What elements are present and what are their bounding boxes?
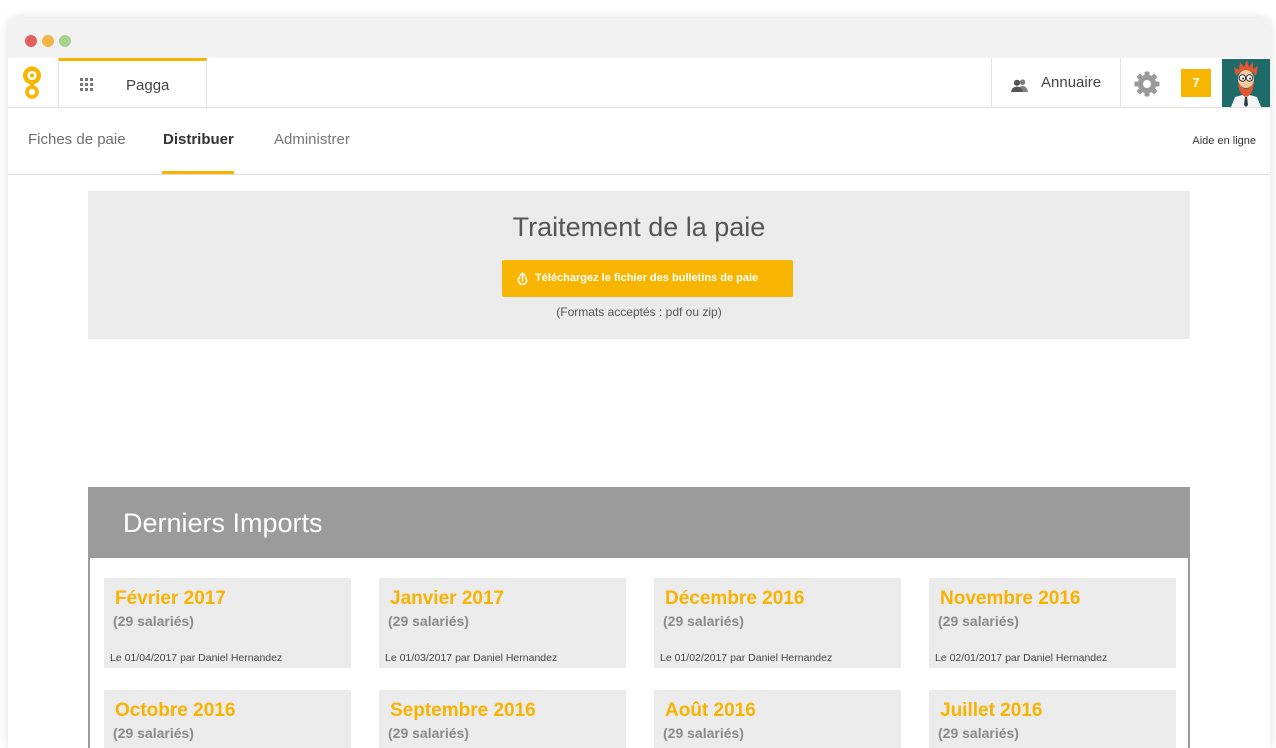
import-period: Août 2016 [665, 700, 756, 721]
tab-fiches-de-paie[interactable]: Fiches de paie [28, 108, 126, 174]
import-meta: Le 01/02/2017 par Daniel Hernandez [660, 652, 833, 664]
import-period: Février 2017 [115, 588, 226, 609]
upload-panel: Traitement de la paie Téléchargez le fic… [88, 191, 1190, 339]
accepted-formats-note: (Formats acceptés : pdf ou zip) [556, 305, 722, 319]
tab-distribuer[interactable]: Distribuer [162, 108, 234, 174]
import-meta: Le 01/04/2017 par Daniel Hernandez [110, 652, 283, 664]
import-employee-count: (29 salariés) [938, 613, 1019, 629]
window-titlebar [8, 18, 1270, 58]
page-title: Traitement de la paie [512, 212, 766, 242]
recent-imports-list: Février 2017 (29 salariés) Le 01/04/2017 p… [88, 558, 1190, 748]
import-meta: Le 02/01/2017 par Daniel Hernandez [935, 652, 1108, 664]
import-employee-count: (29 salariés) [113, 725, 194, 741]
import-employee-count: (29 salariés) [663, 613, 744, 629]
import-employee-count: (29 salariés) [113, 613, 194, 629]
upload-button-label: Téléchargez le fichier des bulletins de … [535, 272, 759, 284]
window-maximize-dot[interactable] [59, 35, 71, 47]
browser-window: Pagga Annuaire 7 Fiches de paie Distribu… [8, 18, 1270, 748]
directory-label: Annuaire [1041, 74, 1102, 91]
import-period: Juillet 2016 [940, 700, 1043, 721]
gear-icon [1134, 71, 1160, 97]
import-card[interactable]: Juillet 2016 (29 salariés) [929, 690, 1176, 748]
import-card[interactable]: Août 2016 (29 salariés) [654, 690, 901, 748]
import-period: Septembre 2016 [390, 700, 536, 721]
import-card[interactable]: Février 2017 (29 salariés) Le 01/04/2017 p… [104, 578, 351, 668]
app-header: Pagga Annuaire 7 [8, 58, 1270, 108]
recent-imports-title: Derniers Imports [123, 508, 323, 538]
upload-payslips-button[interactable]: Téléchargez le fichier des bulletins de … [502, 260, 793, 297]
import-period: Décembre 2016 [665, 588, 805, 609]
app-switcher-tab[interactable]: Pagga [58, 58, 207, 107]
grid-icon [80, 78, 93, 91]
section-tabs: Fiches de paie Distribuer Administrer Ai… [8, 108, 1270, 175]
import-card[interactable]: Novembre 2016 (29 salariés) Le 02/01/2017 … [929, 578, 1176, 668]
help-link[interactable]: Aide en ligne [1192, 134, 1256, 148]
recent-imports-header: Derniers Imports [88, 487, 1190, 558]
window-controls [25, 35, 76, 47]
window-close-dot[interactable] [25, 35, 37, 47]
import-card[interactable]: Septembre 2016 (29 salariés) [379, 690, 626, 748]
window-minimize-dot[interactable] [42, 35, 54, 47]
import-employee-count: (29 salariés) [663, 725, 744, 741]
import-employee-count: (29 salariés) [388, 725, 469, 741]
import-period: Janvier 2017 [390, 588, 505, 609]
user-avatar[interactable] [1222, 59, 1270, 107]
people-icon [1011, 79, 1028, 92]
settings-button[interactable] [1120, 58, 1180, 107]
import-card[interactable]: Décembre 2016 (29 salariés) Le 01/02/2017 … [654, 578, 901, 668]
upload-icon [517, 272, 528, 285]
tab-administrer[interactable]: Administrer [274, 108, 350, 174]
import-employee-count: (29 salariés) [388, 613, 469, 629]
import-card[interactable]: Octobre 2016 (29 salariés) [104, 690, 351, 748]
notification-badge[interactable]: 7 [1181, 69, 1211, 97]
imports-grid: Février 2017 (29 salariés) Le 01/04/2017 p… [104, 578, 1176, 748]
app-tab-label: Pagga [126, 77, 170, 94]
import-meta: Le 01/03/2017 par Daniel Hernandez [385, 652, 558, 664]
import-period: Novembre 2016 [940, 588, 1081, 609]
import-card[interactable]: Janvier 2017 (29 salariés) Le 01/03/2017 p… [379, 578, 626, 668]
import-employee-count: (29 salariés) [938, 725, 1019, 741]
directory-button[interactable]: Annuaire [991, 58, 1120, 107]
import-period: Octobre 2016 [115, 700, 236, 721]
logo-icon[interactable] [22, 66, 42, 100]
